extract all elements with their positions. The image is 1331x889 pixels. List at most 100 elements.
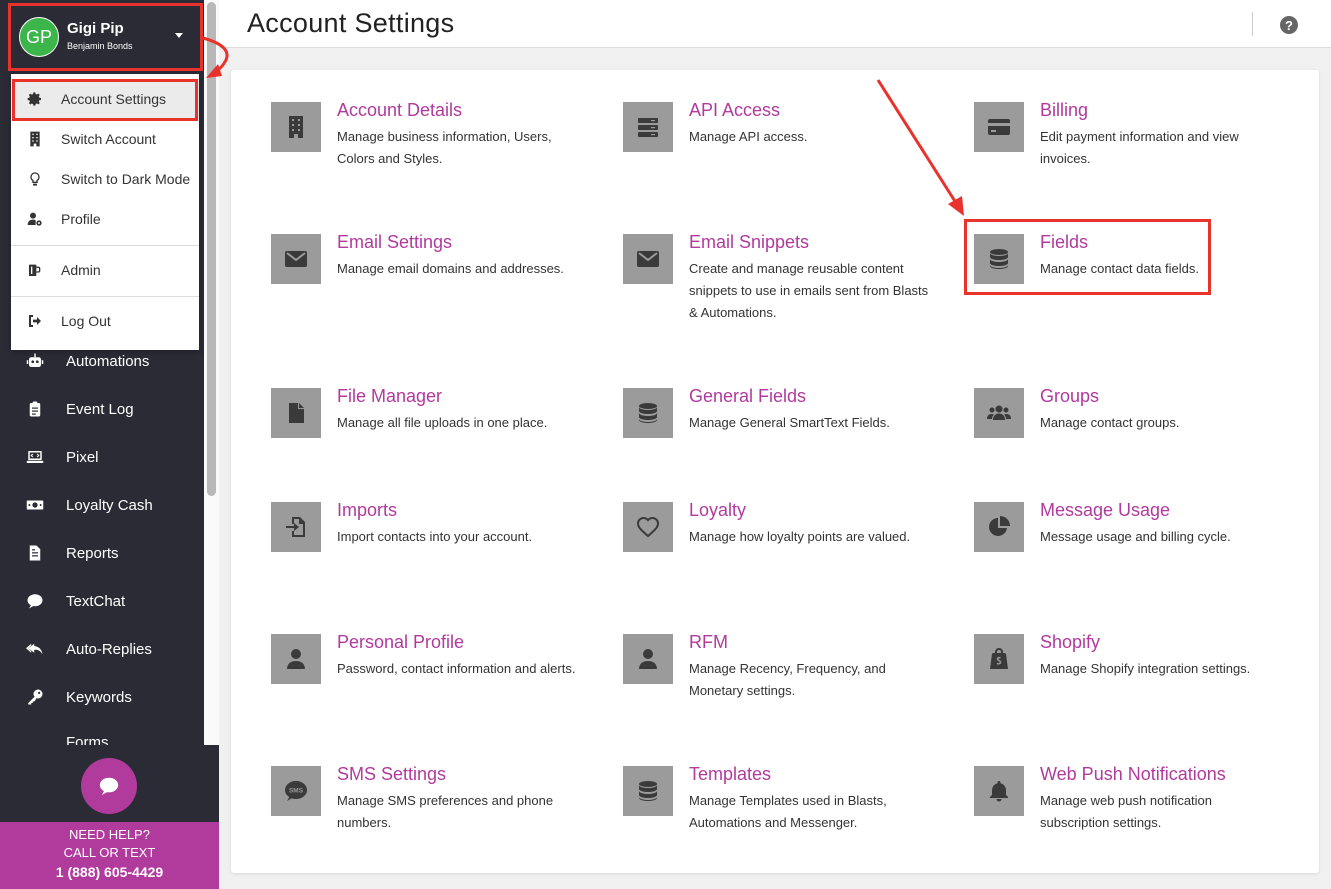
- card-description: Message usage and billing cycle.: [1040, 529, 1231, 544]
- menu-item-label: Profile: [61, 211, 101, 227]
- file-icon: [271, 388, 321, 438]
- account-name: Gigi Pip: [67, 20, 124, 37]
- card-title[interactable]: Fields: [1040, 232, 1088, 253]
- help-phone-number[interactable]: 1 (888) 605-4429: [0, 864, 219, 880]
- card-description: Create and manage reusable content snipp…: [689, 261, 929, 320]
- card-title[interactable]: Imports: [337, 500, 397, 521]
- sidebar-item-pixel[interactable]: Pixel: [0, 433, 204, 481]
- card-title[interactable]: Shopify: [1040, 632, 1100, 653]
- card-title[interactable]: Email Snippets: [689, 232, 809, 253]
- sidebar-item-keywords[interactable]: Keywords: [0, 673, 204, 721]
- sidebar-item-label: Pixel: [66, 448, 99, 466]
- menu-item-label: Switch Account: [61, 131, 156, 147]
- card-description: Manage General SmartText Fields.: [689, 415, 890, 430]
- subaccount-name: Benjamin Bonds: [67, 41, 133, 51]
- card-title[interactable]: Web Push Notifications: [1040, 764, 1226, 785]
- pie-chart-icon: [974, 502, 1024, 552]
- card-description: Manage email domains and addresses.: [337, 261, 564, 276]
- users-icon: [974, 388, 1024, 438]
- comment-icon: [99, 777, 119, 796]
- card-description: Password, contact information and alerts…: [337, 661, 576, 676]
- menu-item-account-settings[interactable]: Account Settings: [11, 79, 199, 119]
- help-label: NEED HELP?: [69, 827, 150, 842]
- sidebar-scroll-thumb[interactable]: [207, 2, 216, 496]
- sidebar-item-textchat[interactable]: TextChat: [0, 577, 204, 625]
- menu-item-label: Switch to Dark Mode: [61, 171, 191, 187]
- menu-item-label: Admin: [61, 262, 101, 278]
- sidebar-item-auto-replies[interactable]: Auto-Replies: [0, 625, 204, 673]
- chat-button[interactable]: [81, 758, 137, 814]
- form-icon: [25, 725, 45, 745]
- file-icon: [25, 543, 45, 563]
- credit-card-icon: [974, 102, 1024, 152]
- page-header: Account Settings ?: [219, 0, 1331, 48]
- reply-all-icon: [25, 639, 45, 659]
- menu-item-profile[interactable]: Profile: [11, 199, 199, 239]
- card-title[interactable]: SMS Settings: [337, 764, 446, 785]
- heart-icon: [623, 502, 673, 552]
- account-dropdown-menu: Account Settings Switch Account Switch t…: [11, 74, 199, 350]
- card-title[interactable]: General Fields: [689, 386, 806, 407]
- page-title: Account Settings: [247, 8, 455, 38]
- card-title[interactable]: Groups: [1040, 386, 1099, 407]
- gear-icon: [27, 91, 43, 107]
- help-icon[interactable]: ?: [1280, 16, 1298, 34]
- menu-item-admin[interactable]: Admin: [11, 250, 199, 290]
- robot-icon: [25, 351, 45, 371]
- card-description: Manage Templates used in Blasts, Automat…: [689, 793, 887, 830]
- sidebar-item-label: Loyalty Cash: [66, 496, 153, 514]
- card-description: Manage how loyalty points are valued.: [689, 529, 911, 544]
- database-icon: [974, 234, 1024, 284]
- building-icon: [27, 131, 43, 147]
- card-title[interactable]: Email Settings: [337, 232, 452, 253]
- header-divider: [1252, 12, 1253, 36]
- card-description: Import contacts into your account.: [337, 529, 533, 544]
- card-title[interactable]: Loyalty: [689, 500, 746, 521]
- key-icon: [25, 687, 45, 707]
- menu-item-switch-account[interactable]: Switch Account: [11, 119, 199, 159]
- menu-item-dark-mode[interactable]: Switch to Dark Mode: [11, 159, 199, 199]
- sidebar-item-loyalty-cash[interactable]: Loyalty Cash: [0, 481, 204, 529]
- sidebar-item-label: Reports: [66, 544, 119, 562]
- sidebar-item-label: Forms: [66, 734, 109, 745]
- card-title[interactable]: File Manager: [337, 386, 442, 407]
- logout-icon: [27, 313, 43, 329]
- card-title[interactable]: Account Details: [337, 100, 462, 121]
- menu-item-log-out[interactable]: Log Out: [11, 301, 199, 341]
- sidebar-item-label: Auto-Replies: [66, 640, 152, 658]
- admin-icon: [27, 262, 43, 278]
- card-description: Manage business information, Users, Colo…: [337, 129, 552, 166]
- sidebar-item-event-log[interactable]: Event Log: [0, 385, 204, 433]
- sidebar-item-reports[interactable]: Reports: [0, 529, 204, 577]
- card-description: Manage Shopify integration settings.: [1040, 661, 1251, 676]
- avatar: GP: [19, 17, 59, 57]
- user-icon: [623, 634, 673, 684]
- user-icon: [271, 634, 321, 684]
- sidebar-item-forms[interactable]: Forms: [0, 721, 204, 745]
- card-title[interactable]: RFM: [689, 632, 728, 653]
- server-icon: [623, 102, 673, 152]
- money-icon: [25, 495, 45, 515]
- menu-item-label: Log Out: [61, 313, 111, 329]
- comment-icon: [25, 591, 45, 611]
- card-title[interactable]: API Access: [689, 100, 780, 121]
- help-call-text: CALL OR TEXT: [63, 845, 156, 860]
- card-description: Edit payment information and view invoic…: [1040, 129, 1239, 166]
- account-switcher[interactable]: GP Gigi Pip Benjamin Bonds: [0, 0, 204, 74]
- database-icon: [623, 388, 673, 438]
- building-icon: [271, 102, 321, 152]
- card-title[interactable]: Templates: [689, 764, 771, 785]
- svg-text:SMS: SMS: [289, 788, 304, 795]
- envelope-icon: [271, 234, 321, 284]
- database-icon: [623, 766, 673, 816]
- card-title[interactable]: Message Usage: [1040, 500, 1170, 521]
- sidebar-item-label: Automations: [66, 352, 150, 370]
- card-title[interactable]: Billing: [1040, 100, 1088, 121]
- menu-item-label: Account Settings: [61, 91, 167, 107]
- laptop-code-icon: [25, 447, 45, 467]
- shopify-icon: [974, 634, 1024, 684]
- card-description: Manage web push notification subscriptio…: [1040, 793, 1213, 830]
- card-title[interactable]: Personal Profile: [337, 632, 464, 653]
- lightbulb-icon: [27, 171, 43, 187]
- help-contact-box: NEED HELP? CALL OR TEXT 1 (888) 605-4429: [0, 822, 219, 889]
